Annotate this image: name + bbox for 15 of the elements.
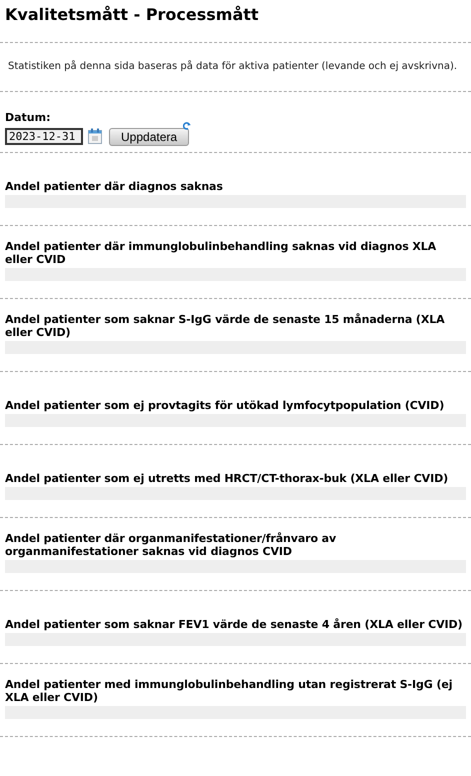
info-text: Statistiken på denna sida baseras på data för aktiva patienter (levande och ej avskrivna).	[7, 59, 458, 74]
update-button[interactable]: Uppdatera	[109, 128, 190, 146]
calendar-icon[interactable]	[88, 128, 102, 144]
section-heading: Andel patienter som saknar S-IgG värde de senaste 15 månaderna (XLA eller CVID)	[5, 313, 446, 339]
section-heading: Andel patienter där diagnos saknas	[5, 180, 223, 193]
refresh-icon	[183, 122, 192, 130]
page-title: Kvalitetsmått - Processmått	[5, 5, 260, 26]
section-heading: Andel patienter där organmanifestationer/frånvaro av organmanifestationer saknas vid diagnos CVID	[5, 532, 338, 558]
section-heading: Andel patienter som ej utretts med HRCT/CT-thorax-buk (XLA eller CVID)	[5, 472, 448, 485]
date-field[interactable]: 2023-12-31	[5, 128, 83, 144]
section-heading: Andel patienter som saknar FEV1 värde de senaste 4 åren (XLA eller CVID)	[5, 618, 462, 631]
field-label: Datum:	[5, 112, 52, 124]
section-heading: Andel patienter där immunglobulinbehandling saknas vid diagnos XLA eller CVID	[5, 240, 438, 266]
section-heading: Andel patienter med immunglobulinbehandling utan registrerat S-IgG (ej XLA eller CVID)	[5, 678, 454, 704]
section-heading: Andel patienter som ej provtagits för utökad lymfocytpopulation (CVID)	[5, 399, 444, 412]
